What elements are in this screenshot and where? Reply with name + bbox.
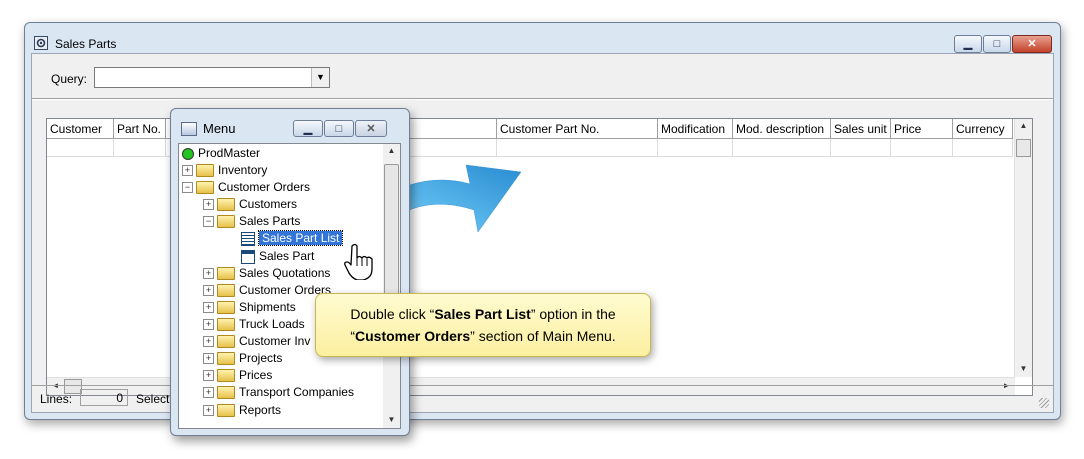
tree-item-label: Customer Inv: [239, 334, 311, 348]
tree-item-truck-loads[interactable]: + Truck Loads: [203, 316, 305, 333]
folder-icon: [217, 284, 235, 298]
tree-item-sales-part[interactable]: Sales Part: [241, 248, 314, 265]
tree-item-inventory[interactable]: + Inventory: [182, 162, 267, 179]
tree-item-label: Inventory: [218, 163, 268, 177]
expand-icon[interactable]: +: [203, 268, 214, 280]
callout-line-2: “Customer Orders” section of Main Menu.: [316, 325, 650, 347]
form-icon: [241, 249, 255, 264]
folder-icon: [217, 352, 235, 366]
tree-item-label: Sales Parts: [239, 214, 301, 228]
folder-icon: [196, 164, 214, 178]
tree-item-label: Customers: [239, 197, 298, 211]
menu-title: Menu: [203, 121, 236, 136]
folder-icon: [217, 369, 235, 383]
tree-item-shipments[interactable]: + Shipments: [203, 299, 296, 316]
tree-item-label: Sales Part: [259, 249, 315, 263]
tree-item-transport-companies[interactable]: + Transport Companies: [203, 384, 354, 401]
tree-item-sales-part-list[interactable]: Sales Part List: [241, 230, 344, 247]
menu-minimize-button[interactable]: ▁: [293, 120, 323, 137]
tree-item-label: Prices: [239, 368, 273, 382]
folder-icon: [217, 386, 235, 400]
tree-item-customer-orders-sub[interactable]: + Customer Orders: [203, 282, 331, 299]
scroll-down-icon[interactable]: ▼: [383, 415, 400, 424]
tree-item-label: Truck Loads: [239, 317, 305, 331]
tree-item-customer-inv[interactable]: + Customer Inv: [203, 333, 310, 350]
expand-icon[interactable]: +: [203, 302, 214, 314]
expand-icon[interactable]: +: [203, 353, 214, 365]
callout-text: ” option in the: [530, 306, 616, 322]
maximize-icon: □: [335, 123, 343, 135]
tree-item-label: Transport Companies: [239, 385, 354, 399]
scroll-up-icon[interactable]: ▲: [383, 146, 400, 155]
tree-item-prices[interactable]: + Prices: [203, 367, 272, 384]
tree-item-label: Reports: [239, 403, 282, 417]
tree-item-label: Sales Quotations: [239, 266, 331, 280]
tree-item-reports[interactable]: + Reports: [203, 402, 281, 419]
menu-tree[interactable]: ProdMaster + Inventory − Customer Orders +…: [178, 143, 401, 429]
expand-icon[interactable]: +: [203, 405, 214, 417]
folder-icon: [217, 198, 235, 212]
collapse-icon[interactable]: −: [203, 216, 214, 228]
tree-item-label: ProdMaster: [198, 146, 261, 160]
folder-icon: [217, 318, 235, 332]
menu-vertical-scrollbar[interactable]: ▲ ▼: [383, 144, 400, 428]
expand-icon[interactable]: +: [203, 387, 214, 399]
folder-icon: [217, 335, 235, 349]
folder-open-icon: [196, 181, 214, 195]
tree-item-customer-orders[interactable]: − Customer Orders: [182, 179, 310, 196]
callout-bold-text: Sales Part List: [434, 306, 531, 322]
callout-text: Double click “: [350, 306, 435, 322]
tree-item-sales-quotations[interactable]: + Sales Quotations: [203, 265, 330, 282]
callout-line-1: Double click “Sales Part List” option in…: [316, 303, 650, 325]
menu-maximize-button[interactable]: □: [324, 120, 354, 137]
tree-item-label: Shipments: [239, 300, 296, 314]
close-icon: ✕: [366, 123, 376, 135]
expand-icon[interactable]: +: [203, 319, 214, 331]
expand-icon[interactable]: +: [203, 199, 214, 211]
menu-close-button[interactable]: ✕: [355, 120, 387, 137]
folder-icon: [217, 301, 235, 315]
folder-icon: [217, 404, 235, 418]
root-icon: [182, 147, 194, 160]
tree-item-sales-parts[interactable]: − Sales Parts: [203, 213, 300, 230]
tree-item-prodmaster[interactable]: ProdMaster: [182, 145, 260, 162]
instruction-callout: Double click “Sales Part List” option in…: [315, 293, 651, 357]
hand-cursor-icon: [344, 243, 373, 280]
menu-scroll-thumb[interactable]: [384, 164, 399, 296]
expand-icon[interactable]: +: [203, 336, 214, 348]
window-icon: [181, 122, 197, 136]
curved-arrow-icon: [351, 164, 522, 243]
tree-item-label: Projects: [239, 351, 283, 365]
tree-item-customers[interactable]: + Customers: [203, 196, 297, 213]
expand-icon[interactable]: +: [203, 285, 214, 297]
tree-item-label: Sales Part List: [257, 230, 344, 246]
callout-bold-text: Customer Orders: [355, 328, 471, 344]
expand-icon[interactable]: +: [182, 165, 193, 177]
minimize-icon: ▁: [303, 123, 313, 135]
tree-item-projects[interactable]: + Projects: [203, 350, 282, 367]
list-icon: [241, 231, 255, 246]
folder-open-icon: [217, 215, 235, 229]
expand-icon[interactable]: +: [203, 370, 214, 382]
callout-text: ” section of Main Menu.: [470, 328, 616, 344]
collapse-icon[interactable]: −: [182, 182, 193, 194]
tree-item-label: Customer Orders: [218, 180, 311, 194]
folder-icon: [217, 267, 235, 281]
